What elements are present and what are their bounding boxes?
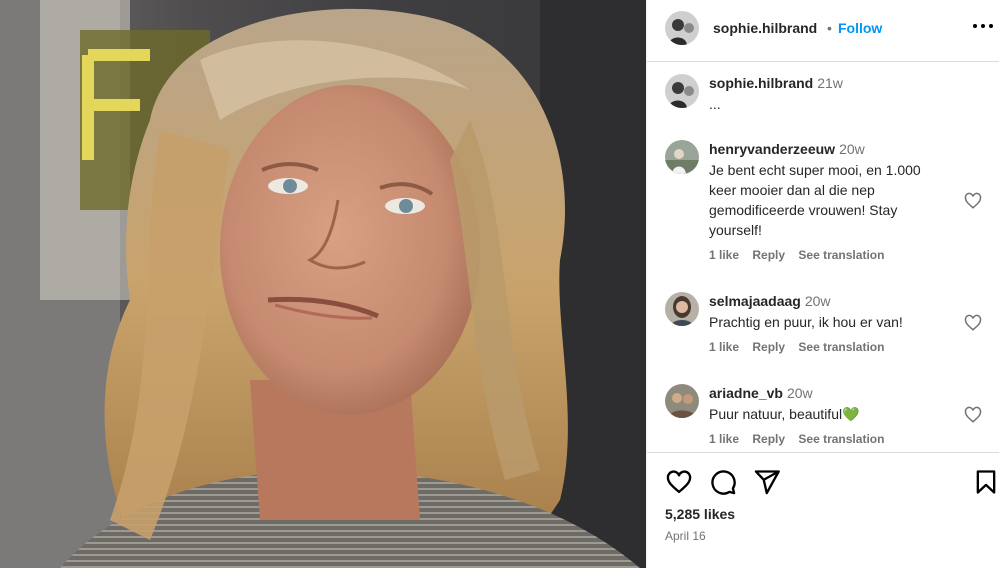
heart-icon[interactable] (665, 468, 693, 496)
comment-text: Prachtig en puur, ik hou er van! (709, 314, 903, 330)
caption-text: ... (709, 96, 721, 112)
comment-time[interactable]: 20w (839, 141, 865, 157)
commenter-avatar[interactable] (665, 292, 699, 326)
author-username[interactable]: sophie.hilbrand (713, 20, 817, 36)
post-header: sophie.hilbrand • Follow (647, 0, 999, 62)
commenter-avatar[interactable] (665, 384, 699, 418)
see-translation-link[interactable]: See translation (798, 248, 884, 262)
post-side-panel: sophie.hilbrand • Follow sophie.hilbrand… (646, 0, 999, 568)
comment-like-heart-icon[interactable] (964, 406, 982, 424)
comment-time[interactable]: 20w (805, 293, 831, 309)
comment-likes[interactable]: 1 like (709, 340, 739, 354)
post-actions: 5,285 likes April 16 (647, 452, 999, 568)
author-avatar[interactable] (665, 11, 699, 45)
comment-username[interactable]: ariadne_vb (709, 385, 783, 401)
comment-username[interactable]: henryvanderzeeuw (709, 141, 835, 157)
comment-text: Je bent echt super mooi, en 1.000 keer m… (709, 162, 921, 238)
more-options-icon[interactable] (972, 14, 994, 36)
comment-username[interactable]: selmajaadaag (709, 293, 801, 309)
portrait-image (0, 0, 646, 568)
comment-likes[interactable]: 1 like (709, 432, 739, 446)
like-count[interactable]: 5,285 likes (665, 506, 735, 522)
comment-likes[interactable]: 1 like (709, 248, 739, 262)
reply-button[interactable]: Reply (752, 248, 785, 262)
see-translation-link[interactable]: See translation (798, 432, 884, 446)
commenter-avatar[interactable] (665, 140, 699, 174)
share-icon[interactable] (753, 468, 781, 496)
comment-icon[interactable] (709, 468, 737, 496)
bookmark-icon[interactable] (972, 468, 999, 496)
reply-button[interactable]: Reply (752, 432, 785, 446)
caption-username[interactable]: sophie.hilbrand (709, 75, 813, 91)
separator-dot: • (827, 20, 832, 36)
comment-like-heart-icon[interactable] (964, 192, 982, 210)
post-photo[interactable] (0, 0, 646, 568)
comments-list[interactable]: sophie.hilbrand 21w ... henryvanderzeeuw 2… (647, 62, 999, 452)
see-translation-link[interactable]: See translation (798, 340, 884, 354)
comment-text: Puur natuur, beautiful💚 (709, 406, 860, 422)
caption-avatar[interactable] (665, 74, 699, 108)
follow-button[interactable]: Follow (838, 20, 882, 36)
comment-time[interactable]: 20w (787, 385, 813, 401)
reply-button[interactable]: Reply (752, 340, 785, 354)
comment-like-heart-icon[interactable] (964, 314, 982, 332)
post-date[interactable]: April 16 (665, 529, 706, 543)
caption-time[interactable]: 21w (817, 75, 843, 91)
